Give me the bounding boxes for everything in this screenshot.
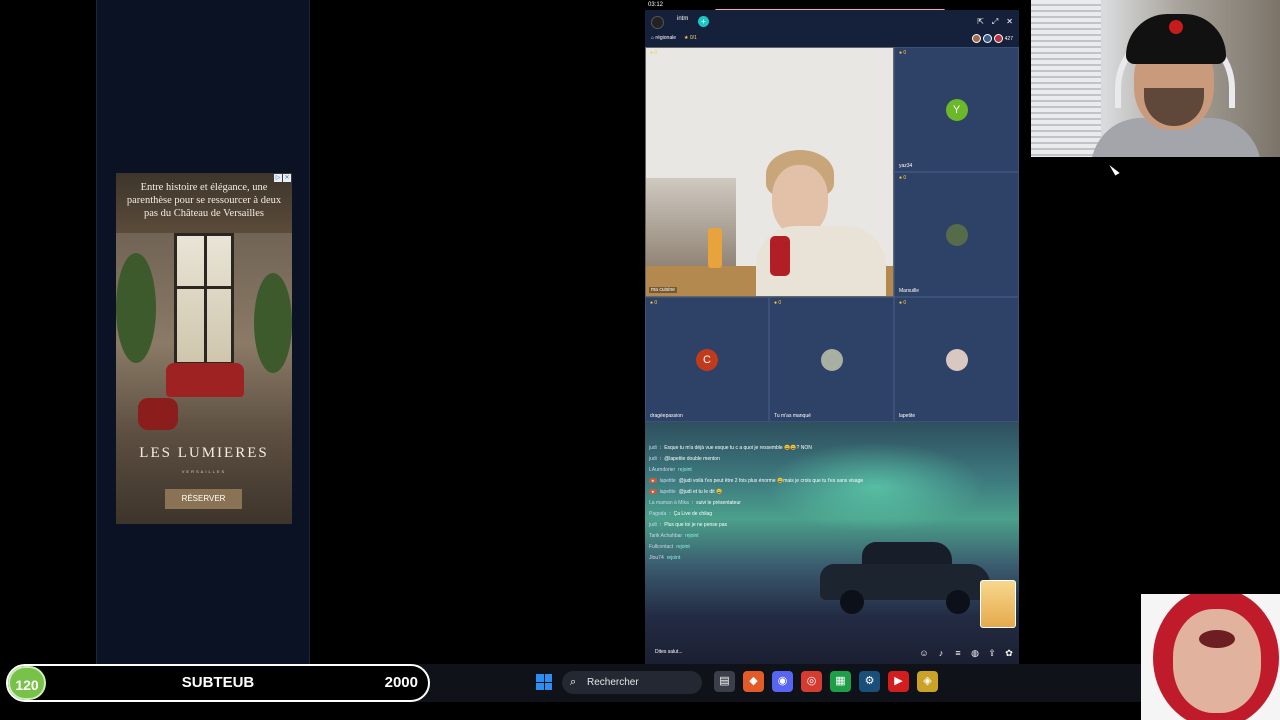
menu-icon[interactable]: ≡ <box>952 648 964 658</box>
expand-icon[interactable]: ⤢ <box>992 17 998 27</box>
host-avatar[interactable] <box>651 16 664 29</box>
host-name: intm <box>677 16 689 22</box>
brave-icon[interactable]: ◆ <box>743 671 764 692</box>
ad-reserve-button[interactable]: RÉSERVER <box>165 489 242 509</box>
guest-name: yaz34 <box>899 163 913 169</box>
taskbar-apps: ▤ ◆ ◉ ◎ ▦ ⚙ ▶ ◈ <box>714 671 938 692</box>
search-icon: ⌕ <box>570 676 577 688</box>
screen: Entre histoire et élégance, une parenthè… <box>0 0 1280 720</box>
chat-message: Jlou74 rejoint <box>649 554 681 561</box>
windows-start-icon[interactable] <box>536 674 552 690</box>
guest-avatar <box>945 223 968 246</box>
phone-status-bar: 03:12 <box>645 0 1019 12</box>
guest-avatar <box>820 348 843 371</box>
guest-grid: ● 0 ma cuisine ● 0 Y yaz34 ● 0 Marsuille… <box>645 47 1019 422</box>
taskbar-search[interactable]: ⌕ Rechercher <box>562 671 702 694</box>
chat-message: Tarik Achahbar rejoint <box>649 532 699 539</box>
sub-goal-bar: 120 SUBTEUB 2000 <box>6 664 430 702</box>
ad-brand: LES LUMIERES <box>139 445 269 461</box>
chat-message: Pagoda: Ça Live de chilag <box>649 510 712 517</box>
status-time: 03:12 <box>648 2 664 8</box>
chat-message: judi: Esque tu m'a déjà vue esque tu c a … <box>649 444 812 451</box>
overlay-facecam <box>1141 594 1280 720</box>
chrome-icon[interactable]: ◎ <box>801 671 822 692</box>
main-video[interactable]: ● 0 ma cuisine <box>645 47 894 297</box>
chat-message: ★ lapetite @judi et tu le dit 😀 <box>649 488 723 495</box>
guest-cell[interactable]: ● 0 lapetite <box>894 297 1019 422</box>
ad-choices-icon[interactable]: ▷ ✕ <box>274 174 291 182</box>
mic-icon[interactable]: ♪ <box>935 648 947 658</box>
file-explorer-icon[interactable]: ▤ <box>714 671 735 692</box>
app-icon[interactable]: ◈ <box>917 671 938 692</box>
share-icon[interactable]: ⇪ <box>986 648 998 658</box>
sub-count: 120 <box>8 666 46 700</box>
viewer-avatar <box>993 34 1003 43</box>
guest-name: Marsuille <box>899 288 920 294</box>
score-tag[interactable]: ★ 0/1 <box>684 35 697 41</box>
follow-button[interactable]: + <box>698 16 709 27</box>
chat-panel: judi: Esque tu m'a déjà vue esque tu c a … <box>645 422 1019 664</box>
guest-name: lapetite <box>899 413 916 419</box>
gift-promo-card[interactable] <box>980 580 1016 628</box>
chat-message: Fullcontact rejoint <box>649 543 690 550</box>
guest-name: Tu m'as manqué <box>774 413 811 419</box>
share-icon[interactable]: ⇱ <box>977 17 984 27</box>
spreadsheet-icon[interactable]: ▦ <box>830 671 851 692</box>
guest-cell[interactable]: ● 0 Tu m'as manqué <box>769 297 894 422</box>
guest-avatar: Y <box>945 98 968 121</box>
viewer-count: 427 <box>1004 35 1013 42</box>
chat-message: judi: @lapetite double menton <box>649 455 720 462</box>
close-icon[interactable]: ✕ <box>1006 17 1013 27</box>
guest-avatar <box>945 348 968 371</box>
steam-icon[interactable]: ⚙ <box>859 671 880 692</box>
guest-cell[interactable]: ● 0 Y yaz34 <box>894 47 1019 172</box>
live-header: intm + ⇱ ⤢ ✕ ⌂ régionale ★ 0/1 427 <box>645 10 1019 47</box>
chat-message: ★ lapetite @judi voilà t'es peut être 2 fo… <box>649 477 864 484</box>
ad-headline: Entre histoire et élégance, une parenthè… <box>126 182 282 219</box>
guest-cell[interactable]: ● 0 C dragéepassion <box>645 297 769 422</box>
ad-banner[interactable]: Entre histoire et élégance, une parenthè… <box>116 173 292 524</box>
youtube-icon[interactable]: ▶ <box>888 671 909 692</box>
ad-brand-sub: VERSAILLES <box>181 469 227 474</box>
chat-message: La maman à Mika: suivi le présentateur <box>649 499 741 506</box>
region-tag[interactable]: ⌂ régionale <box>651 35 676 41</box>
emoji-icon[interactable]: ☺ <box>918 648 930 658</box>
gift-icon[interactable]: ✿ <box>1003 648 1015 658</box>
live-app-window: intm + ⇱ ⤢ ✕ ⌂ régionale ★ 0/1 427 ● 0 m… <box>645 10 1019 664</box>
guest-name: dragéepassion <box>650 413 683 419</box>
viewer-list[interactable]: 427 <box>971 34 1013 43</box>
mouse-cursor-icon <box>1109 162 1120 176</box>
ad-image <box>116 223 292 524</box>
streamer-webcam <box>1031 0 1280 157</box>
sub-goal-target: 2000 <box>384 674 418 691</box>
guest-avatar: C <box>696 348 718 371</box>
viewer-avatar <box>982 34 992 43</box>
chat-message: LAurndorier rejoint <box>649 466 692 473</box>
sub-goal-title: SUBTEUB <box>181 674 255 691</box>
chat-message: judi: Plus que toi je ne pense pas <box>649 521 728 528</box>
discord-icon[interactable]: ◉ <box>772 671 793 692</box>
guest-cell[interactable]: ● 0 Marsuille <box>894 172 1019 297</box>
viewer-avatar <box>971 34 981 43</box>
chat-messages: judi: Esque tu m'a déjà vue esque tu c a … <box>649 442 949 563</box>
globe-icon[interactable]: ◍ <box>969 648 981 658</box>
main-video-label: ma cuisine <box>649 287 677 293</box>
